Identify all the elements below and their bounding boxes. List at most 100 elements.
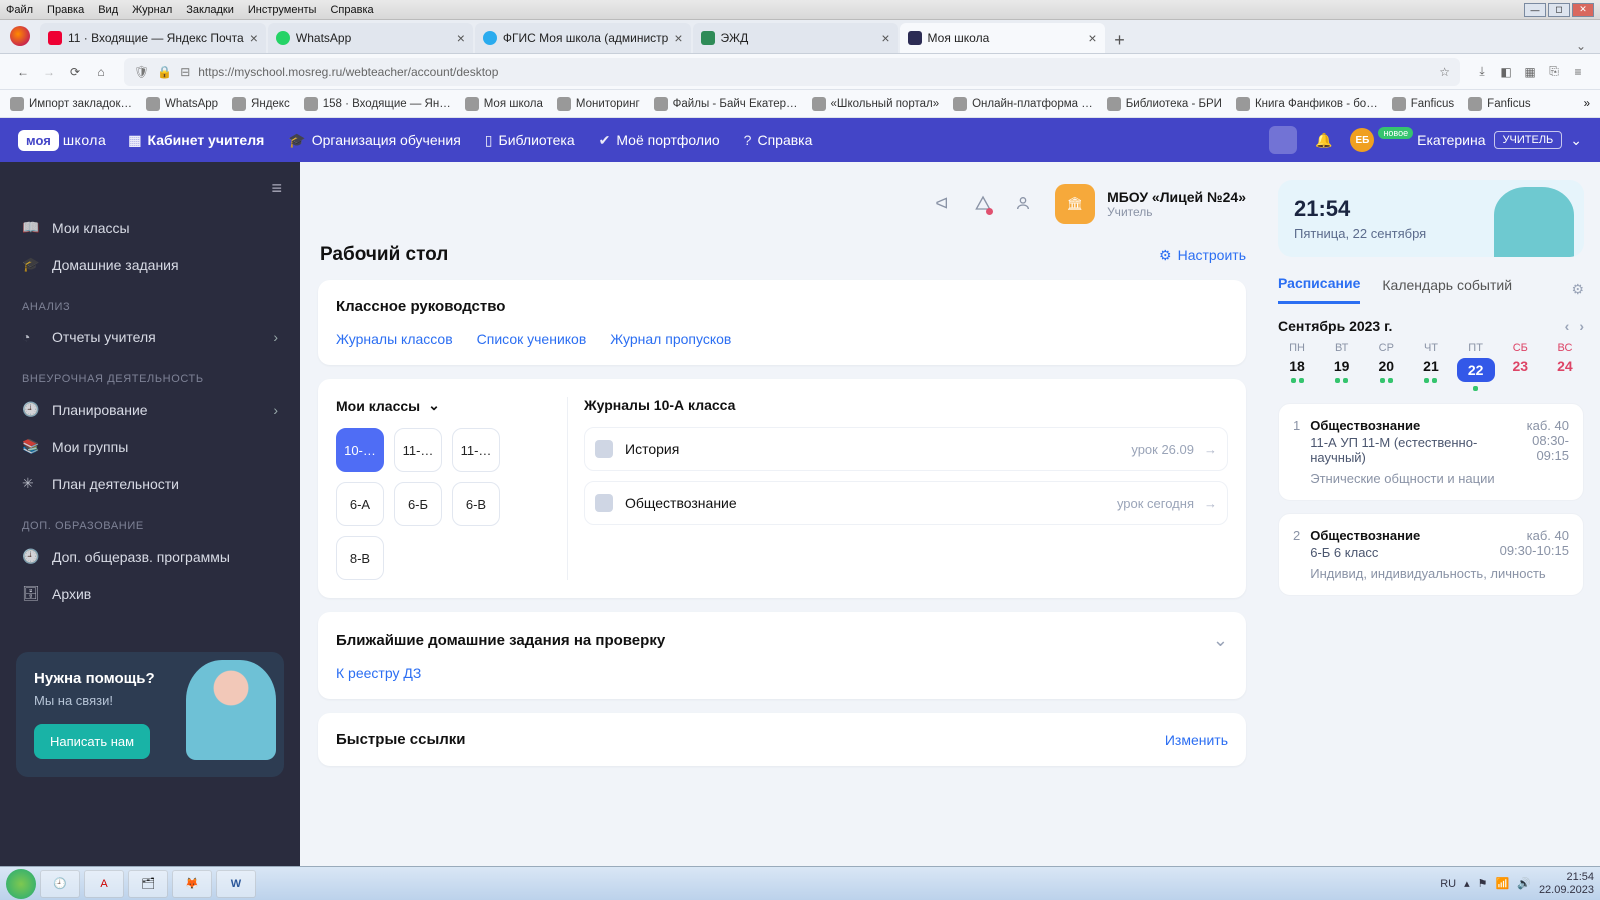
sidebar-item[interactable]: 🕘Доп. общеразв. программы [0,538,300,575]
user-menu[interactable]: ЕБ новоеЕкатерина УЧИТЕЛЬ ⌄ [1350,128,1582,152]
prev-week-button[interactable]: ‹ [1565,318,1570,334]
bookmark-item[interactable]: «Школьный портал» [812,97,940,111]
calendar-day[interactable]: ВС24 [1546,342,1584,391]
menu-tools[interactable]: Инструменты [248,4,317,16]
nav-org[interactable]: 🎓Организация обучения [288,132,460,149]
sidebar-item[interactable]: ◔Отчеты учителя› [0,319,300,355]
tab-close-icon[interactable]: × [674,30,682,46]
tabs-overflow-button[interactable]: ⌄ [1576,39,1594,53]
tray-network-icon[interactable]: 📶 [1496,877,1510,890]
announce-icon[interactable] [935,195,951,214]
tray-flag-icon[interactable]: ⚑ [1478,877,1488,890]
calendar-day[interactable]: ПТ22 [1457,342,1495,391]
extensions-icon[interactable]: ▦ [1518,65,1542,79]
lesson-card[interactable]: 2Обществознаниекаб. 406-Б 6 класс09:30-1… [1278,513,1584,596]
aside-settings-icon[interactable]: ⚙ [1571,281,1584,298]
bookmarks-overflow[interactable]: » [1584,98,1590,110]
sidebar-item[interactable]: 🎓Домашние задания [0,246,300,283]
sidebar-toggle[interactable]: ≡ [0,174,300,209]
menu-help[interactable]: Справка [330,4,373,16]
sidebar-item[interactable]: 📚Мои группы [0,428,300,465]
taskbar-firefox[interactable]: 🦊 [172,870,212,898]
journal-row[interactable]: Обществознаниеурок сегодня→ [584,481,1228,525]
configure-button[interactable]: ⚙Настроить [1159,247,1246,264]
bookmark-star-icon[interactable]: ☆ [1439,65,1450,79]
link-absences[interactable]: Журнал пропусков [610,331,731,347]
class-chip[interactable]: 11-… [452,428,500,472]
calendar-day[interactable]: ВТ19 [1323,342,1361,391]
nav-cabinet[interactable]: ▦Кабинет учителя [128,132,264,149]
sidebar-item[interactable]: 🗄Архив [0,575,300,612]
bookmark-item[interactable]: Fanficus [1392,97,1454,111]
os-close-button[interactable]: ✕ [1572,3,1594,17]
url-input[interactable]: 🛡 🔒 ⊟ https://myschool.mosreg.ru/webteac… [124,58,1460,86]
expand-homework-button[interactable]: ⌄ [1213,630,1228,651]
my-classes-heading[interactable]: Мои классы⌄ [336,397,551,414]
bookmark-item[interactable]: Библиотека - БРИ [1107,97,1222,111]
browser-tab[interactable]: ЭЖД× [693,23,898,53]
bookmark-item[interactable]: Яндекс [232,97,290,111]
brand[interactable]: моя школа [18,130,106,151]
class-chip[interactable]: 10-… [336,428,384,472]
new-tab-button[interactable]: + [1107,27,1133,53]
browser-tab[interactable]: WhatsApp× [268,23,473,53]
menu-view[interactable]: Вид [98,4,118,16]
menu-file[interactable]: Файл [6,4,33,16]
tab-close-icon[interactable]: × [1088,30,1096,46]
os-maximize-button[interactable]: ◻ [1548,3,1570,17]
tray-clock[interactable]: 21:54 22.09.2023 [1539,871,1594,895]
chat-widget-icon[interactable] [1269,126,1297,154]
bookmark-item[interactable]: Онлайн-платформа … [953,97,1093,111]
calendar-day[interactable]: ПН18 [1278,342,1316,391]
nav-help[interactable]: ?Справка [744,132,813,148]
sidebar-item[interactable]: 🕘Планирование› [0,391,300,428]
calendar-day[interactable]: ЧТ21 [1412,342,1450,391]
help-write-button[interactable]: Написать нам [34,724,150,759]
calendar-day[interactable]: СР20 [1367,342,1405,391]
quicklinks-edit-button[interactable]: Изменить [1165,732,1228,748]
menu-history[interactable]: Журнал [132,4,172,16]
tab-close-icon[interactable]: × [457,30,465,46]
browser-tab[interactable]: 11 · Входящие — Яндекс Почта× [40,23,266,53]
menu-bookmarks[interactable]: Закладки [186,4,234,16]
calendar-day[interactable]: СБ23 [1501,342,1539,391]
bookmark-item[interactable]: Книга Фанфиков - бо… [1236,97,1378,111]
bookmark-item[interactable]: Файлы - Байч Екатер… [654,97,798,111]
account-icon[interactable]: ◧ [1494,65,1518,79]
journal-row[interactable]: Историяурок 26.09→ [584,427,1228,471]
alert-icon[interactable] [975,195,991,214]
tray-lang[interactable]: RU [1440,878,1456,890]
link-journals[interactable]: Журналы классов [336,331,453,347]
school-info[interactable]: 🏛 МБОУ «Лицей №24» Учитель [1055,184,1246,224]
profile-icon[interactable] [1015,195,1031,214]
home-button[interactable]: ⌂ [88,59,114,85]
bookmark-item[interactable]: Моя школа [465,97,543,111]
bookmark-item[interactable]: Мониторинг [557,97,640,111]
class-chip[interactable]: 6-Б [394,482,442,526]
app-menu-icon[interactable]: ≡ [1566,65,1590,79]
class-chip[interactable]: 11-… [394,428,442,472]
start-button[interactable] [6,869,36,899]
back-button[interactable]: ← [10,59,36,85]
os-minimize-button[interactable]: — [1524,3,1546,17]
homework-registry-link[interactable]: К реестру ДЗ [336,665,421,681]
bookmark-item[interactable]: WhatsApp [146,97,218,111]
sidebar-item[interactable]: 📖Мои классы [0,209,300,246]
nav-library[interactable]: ▯Библиотека [485,132,575,149]
lesson-card[interactable]: 1Обществознаниекаб. 4011-А УП 11-М (есте… [1278,403,1584,501]
sidebar-item[interactable]: ✳План деятельности [0,465,300,502]
class-chip[interactable]: 8-В [336,536,384,580]
reload-button[interactable]: ⟳ [62,59,88,85]
tab-close-icon[interactable]: × [881,30,889,46]
class-chip[interactable]: 6-А [336,482,384,526]
tab-events[interactable]: Календарь событий [1382,277,1512,303]
bell-icon[interactable]: 🔔 [1315,132,1332,149]
next-week-button[interactable]: › [1579,318,1584,334]
taskbar-explorer[interactable]: 🗂 [128,870,168,898]
taskbar-pdf[interactable]: A [84,870,124,898]
class-chip[interactable]: 6-В [452,482,500,526]
browser-tab[interactable]: ФГИС Моя школа (администр× [475,23,691,53]
downloads-icon[interactable]: ⤓ [1470,64,1494,79]
library-icon[interactable]: ⎘ [1542,64,1566,79]
taskbar-clock-app[interactable]: 🕘 [40,870,80,898]
